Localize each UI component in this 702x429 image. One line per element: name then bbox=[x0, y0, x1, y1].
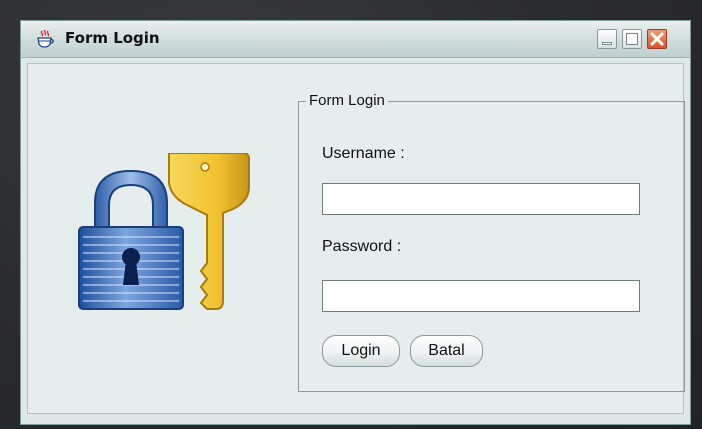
title-bar[interactable]: Form Login bbox=[21, 21, 690, 58]
maximize-button[interactable] bbox=[622, 29, 642, 49]
username-input[interactable] bbox=[322, 183, 640, 215]
minimize-button[interactable] bbox=[597, 29, 617, 49]
minimize-icon bbox=[602, 42, 612, 45]
close-button[interactable] bbox=[647, 29, 667, 49]
username-label: Username : bbox=[322, 145, 405, 162]
fieldset-legend: Form Login bbox=[306, 92, 388, 109]
password-label: Password : bbox=[322, 238, 402, 255]
maximize-icon bbox=[626, 33, 638, 45]
password-input[interactable] bbox=[322, 280, 640, 312]
login-window: Form Login Form Login Username: Passwor… bbox=[20, 20, 691, 425]
window-title: Form Login bbox=[65, 29, 160, 47]
login-button[interactable]: Login bbox=[322, 335, 400, 367]
cancel-button[interactable]: Batal bbox=[410, 335, 483, 367]
close-icon bbox=[650, 32, 664, 46]
java-coffee-cup-icon bbox=[37, 29, 54, 48]
lock-and-key-icon bbox=[78, 153, 250, 310]
